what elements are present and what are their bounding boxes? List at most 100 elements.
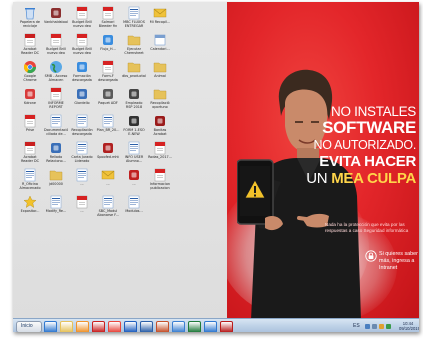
- desktop-shortcut-label: Ejecutar Chemsheet: [124, 47, 144, 55]
- desktop-shortcut-label: MBC FLUXOS ENTREGAR: [123, 20, 145, 28]
- desktop-shortcut[interactable]: Reliado Relaciono...: [44, 140, 68, 170]
- desktop-shortcut[interactable]: Budget Brill nuevo deo: [70, 5, 94, 35]
- desktop-shortcut-label: Reliado Relaciono...: [46, 155, 66, 163]
- chrome-icon[interactable]: [108, 321, 121, 332]
- desktop-shortcut[interactable]: Informacion publicacion: [148, 167, 172, 197]
- desktop-shortcut[interactable]: Plan_BR_20...: [96, 113, 120, 143]
- network-icon[interactable]: [365, 324, 370, 329]
- app-icon: [127, 167, 141, 181]
- document-icon: [23, 167, 37, 182]
- book-icon: [127, 86, 141, 100]
- desktop-shortcut-label: INFORME REPORT: [48, 101, 64, 109]
- media-player-icon[interactable]: [76, 321, 89, 332]
- desktop-shortcut[interactable]: Rodas_2017...: [148, 140, 172, 170]
- lync-icon[interactable]: [172, 321, 185, 332]
- desktop-shortcut[interactable]: INFORME REPORT: [44, 86, 68, 116]
- desktop-shortcut[interactable]: Acrobat Reader DC: [18, 32, 42, 62]
- start-button[interactable]: Inicio: [16, 321, 42, 332]
- desktop-shortcut-label: Flujo_H...: [100, 47, 116, 51]
- clock[interactable]: 10:44 09/10/2019: [399, 321, 419, 331]
- desktop-shortcut[interactable]: Kdrone: [18, 86, 42, 116]
- desktop-shortcut[interactable]: Documentación ciliada de...: [44, 113, 68, 143]
- desktop-shortcut[interactable]: ...: [96, 167, 120, 197]
- powerpoint-icon[interactable]: [156, 321, 169, 332]
- flag-icon[interactable]: [379, 324, 384, 329]
- globe-icon: [49, 59, 63, 73]
- clock-date: 09/10/2019: [399, 325, 419, 331]
- desktop-shortcut[interactable]: jd00000: [44, 167, 68, 197]
- desktop-shortcut[interactable]: Vanbhaldstool: [44, 5, 68, 35]
- screenshot-frame: NO INSTALES SOFTWARE NO AUTORIZADO. EVIT…: [13, 2, 419, 332]
- desktop-shortcut[interactable]: Prise: [18, 113, 42, 143]
- desktop-shortcut[interactable]: Recopilación descargada: [70, 113, 94, 143]
- headline-prefix: UN: [306, 170, 328, 187]
- language-indicator[interactable]: ES: [353, 323, 360, 329]
- desktop-shortcut[interactable]: Giordello: [70, 86, 94, 116]
- desktop-shortcut-label: Rodas_2017...: [148, 155, 172, 159]
- desktop-shortcut[interactable]: Mi Recopil...: [148, 5, 172, 35]
- desktop-shortcut-label: Spoofed.mht: [97, 155, 119, 159]
- calendar-icon: [153, 32, 167, 46]
- desktop-shortcut[interactable]: FORM 1-ESO E-NEW: [122, 113, 146, 143]
- desktop-shortcut[interactable]: Expositor...: [18, 194, 42, 224]
- desktop-shortcut[interactable]: Bonitas Acrobat: [148, 113, 172, 143]
- desktop-shortcut[interactable]: Spoofed.mht: [96, 140, 120, 170]
- desktop-shortcut[interactable]: INFO USER Alumno...: [122, 140, 146, 170]
- desktop-shortcut[interactable]: Formación descargada: [70, 59, 94, 89]
- desktop: NO INSTALES SOFTWARE NO AUTORIZADO. EVIT…: [13, 2, 419, 318]
- desktop-shortcut[interactable]: Empleado RSP 2018: [122, 86, 146, 116]
- document-icon: [75, 113, 89, 128]
- desktop-shortcut[interactable]: dbs_productal: [122, 59, 146, 89]
- acrobat-icon[interactable]: [92, 321, 105, 332]
- document-icon: [127, 140, 141, 155]
- desktop-shortcut[interactable]: Form-F descargada: [96, 59, 120, 89]
- desktop-shortcut[interactable]: Carta Jurado Liderado: [70, 140, 94, 170]
- desktop-shortcut[interactable]: Modify_Re...: [44, 194, 68, 224]
- spokesperson-figure: [237, 69, 361, 318]
- desktop-shortcut-label: jd00000: [49, 182, 63, 186]
- volume-icon[interactable]: [372, 324, 377, 329]
- word-icon[interactable]: [140, 321, 153, 332]
- desktop-shortcut[interactable]: Flujo_H...: [96, 32, 120, 62]
- desktop-shortcut[interactable]: Animal: [148, 59, 172, 89]
- desktop-shortcut[interactable]: Budget Brill nuevo deo: [44, 32, 68, 62]
- envelope-icon: [153, 5, 167, 19]
- desktop-shortcut[interactable]: Solmari Bleeder fin: [96, 5, 120, 35]
- desktop-shortcut[interactable]: Budget Brill nuevo deo: [70, 32, 94, 62]
- desktop-shortcut[interactable]: R_Oficina Almacenado: [18, 167, 42, 197]
- excel-icon[interactable]: [188, 321, 201, 332]
- taskbar: Inicio ES 10:44 09/10/2019: [13, 318, 419, 332]
- desktop-shortcut[interactable]: Acrobat Reader DC: [18, 140, 42, 170]
- desktop-shortcut[interactable]: Google Chrome: [18, 59, 42, 89]
- desktop-shortcut[interactable]: SMB - Acceso Almacen: [44, 59, 68, 89]
- acrobat-reader-icon[interactable]: [220, 321, 233, 332]
- desktop-shortcut-label: Google Chrome: [23, 74, 37, 82]
- desktop-shortcut[interactable]: ...: [70, 194, 94, 224]
- desktop-shortcut[interactable]: Papelera de reciclaje: [18, 5, 42, 35]
- network-icon: [49, 140, 63, 154]
- document-icon: [75, 140, 89, 155]
- desktop-shortcut[interactable]: Recopilació oportuno: [148, 86, 172, 116]
- desktop-shortcut[interactable]: Paquet ADF: [96, 86, 120, 116]
- desktop-shortcut-label: Formación descargada: [72, 74, 92, 82]
- desktop-shortcut-label: Bonitas Acrobat: [153, 128, 167, 136]
- desktop-shortcut[interactable]: Modulos...: [122, 194, 146, 224]
- ie-icon[interactable]: [44, 321, 57, 332]
- outlook-icon[interactable]: [124, 321, 137, 332]
- battery-icon[interactable]: [386, 324, 391, 329]
- folder-icon: [127, 59, 141, 73]
- lock-icon: [365, 250, 377, 262]
- explorer-folder-icon[interactable]: [60, 321, 73, 332]
- desktop-shortcut[interactable]: ...: [122, 167, 146, 197]
- desktop-shortcut[interactable]: Calendari...: [148, 32, 172, 62]
- desktop-shortcut[interactable]: Ejecutar Chemsheet: [122, 32, 146, 62]
- app-icon: [153, 113, 167, 127]
- paint-icon[interactable]: [204, 321, 217, 332]
- desktop-shortcut-label: INFO USER Alumno...: [124, 155, 144, 163]
- desktop-shortcut[interactable]: ...: [70, 167, 94, 197]
- desktop-shortcut[interactable]: SBC_Modul Abonarse F...: [96, 194, 120, 224]
- pdf-icon: [23, 140, 37, 155]
- folder-icon: [49, 167, 63, 181]
- cloud-icon: [75, 59, 89, 73]
- desktop-shortcut[interactable]: MBC FLUXOS ENTREGAR: [122, 5, 146, 35]
